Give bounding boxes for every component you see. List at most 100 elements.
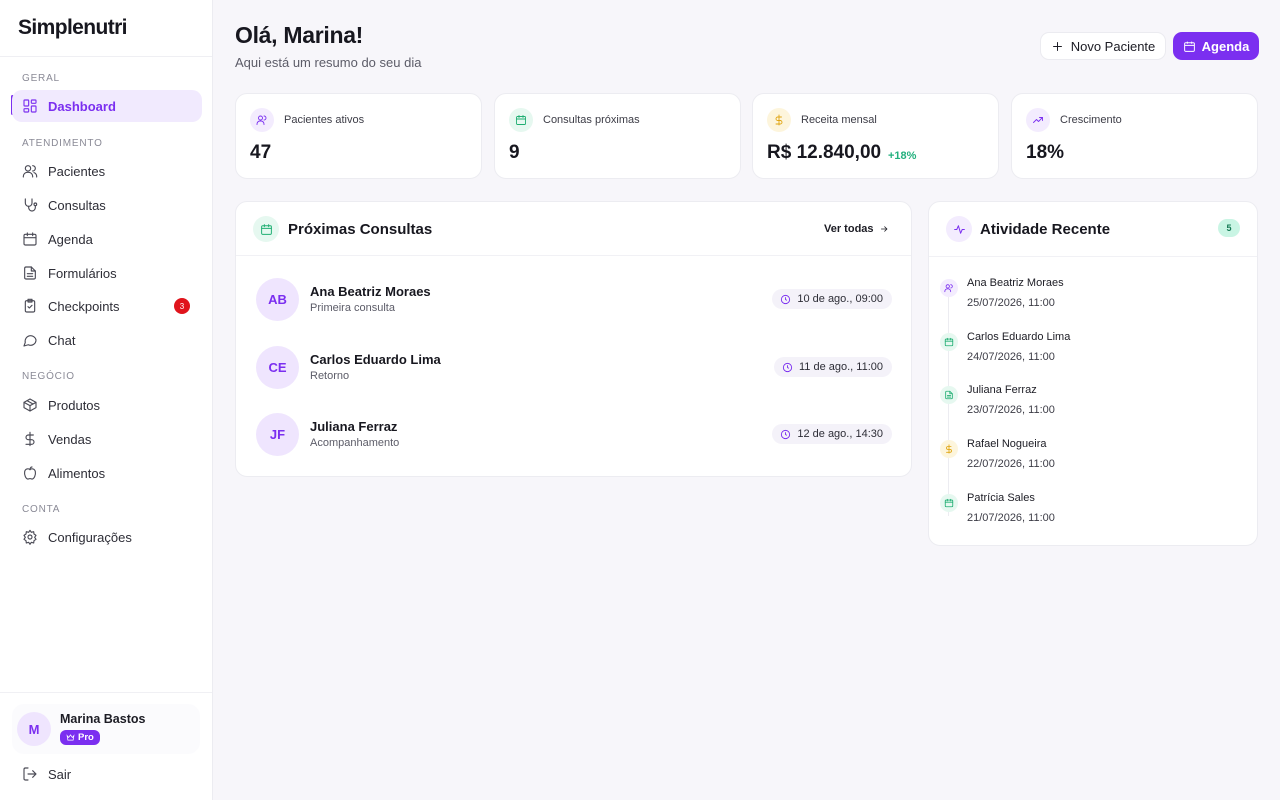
sidebar-item-vendas[interactable]: Vendas (12, 423, 202, 455)
calendar-icon (22, 231, 38, 247)
activity-date: 25/07/2026, 11:00 (967, 297, 1055, 309)
panel-title: Atividade Recente (980, 221, 1111, 238)
stat-label: Crescimento (1060, 114, 1122, 126)
avatar: AB (256, 278, 299, 321)
appointment-time-badge: 11 de ago., 11:00 (774, 357, 892, 377)
avatar: JF (256, 413, 299, 456)
appointment-row[interactable]: JF Juliana Ferraz Acompanhamento 12 de a… (256, 411, 892, 457)
clock-icon (781, 429, 791, 439)
patient-name: Carlos Eduardo Lima (310, 352, 441, 367)
panel-title: Próximas Consultas (288, 221, 433, 238)
user-name: Marina Bastos (60, 711, 146, 726)
arrow-right-icon (880, 226, 888, 232)
stat-value: 18% (1026, 142, 1065, 163)
calendar-icon (940, 494, 958, 512)
sidebar-item-label: Configurações (48, 529, 132, 545)
gear-icon (22, 529, 38, 545)
view-all-link[interactable]: Ver todas (824, 223, 889, 235)
activity-date: 22/07/2026, 11:00 (967, 458, 1055, 470)
sidebar-item-label: Chat (48, 332, 76, 348)
activity-item[interactable]: Patrícia Sales 21/07/2026, 11:00 (940, 492, 1240, 532)
sidebar-item-label: Consultas (48, 197, 106, 213)
section-label-negocio: NEGÓCIO (22, 371, 75, 382)
sidebar-item-label: Vendas (48, 431, 92, 447)
calendar-icon (1183, 41, 1195, 52)
appointment-row[interactable]: CE Carlos Eduardo Lima Retorno 11 de ago… (256, 344, 892, 390)
appointment-time-badge: 10 de ago., 09:00 (772, 289, 892, 309)
chat-bubble-icon (22, 332, 38, 348)
stat-card-consultas-proximas: Consultas próximas 9 (494, 93, 741, 179)
calendar-icon (509, 108, 533, 132)
sidebar-item-chat[interactable]: Chat (12, 324, 202, 356)
activity-item[interactable]: Ana Beatriz Moraes 25/07/2026, 11:00 (940, 277, 1240, 317)
users-icon (940, 279, 958, 297)
clipboard-check-icon (22, 298, 38, 314)
logout-icon (22, 766, 38, 782)
user-card[interactable]: M Marina Bastos Pro (12, 704, 200, 754)
section-label-atendimento: ATENDIMENTO (22, 138, 103, 149)
sidebar-item-consultas[interactable]: Consultas (12, 189, 202, 221)
logout-label: Sair (48, 766, 72, 782)
dollar-icon (940, 440, 958, 458)
activity-name: Juliana Ferraz (967, 384, 1037, 396)
sidebar-item-produtos[interactable]: Produtos (12, 389, 202, 421)
sidebar-item-label: Alimentos (48, 465, 106, 481)
sidebar-item-formularios[interactable]: Formulários (12, 257, 202, 289)
apple-icon (22, 465, 38, 481)
appointment-row[interactable]: AB Ana Beatriz Moraes Primeira consulta … (256, 276, 892, 322)
activity-date: 24/07/2026, 11:00 (967, 351, 1055, 363)
package-icon (22, 397, 38, 413)
sidebar-item-label: Dashboard (48, 98, 116, 114)
calendar-icon (940, 333, 958, 351)
recent-activity-panel: Atividade Recente 5 Ana Beatriz Moraes 2… (928, 201, 1258, 546)
sidebar-item-alimentos[interactable]: Alimentos (12, 457, 202, 489)
activity-name: Patrícia Sales (967, 492, 1035, 504)
sidebar-item-checkpoints[interactable]: Checkpoints 3 (12, 290, 202, 322)
panel-divider (236, 255, 911, 256)
page-subtitle: Aqui está um resumo do seu dia (235, 55, 422, 70)
stat-label: Pacientes ativos (284, 114, 365, 126)
brand-name: Simplenutri (18, 16, 128, 39)
plus-icon (1052, 41, 1062, 51)
appointment-type: Primeira consulta (310, 302, 395, 314)
panel-divider (929, 256, 1257, 257)
checkpoints-badge: 3 (174, 298, 190, 314)
appointment-type: Acompanhamento (310, 437, 400, 449)
stat-card-receita-mensal: Receita mensal R$ 12.840,00 +18% (752, 93, 999, 179)
activity-item[interactable]: Carlos Eduardo Lima 24/07/2026, 11:00 (940, 331, 1240, 371)
stat-card-crescimento: Crescimento 18% (1011, 93, 1258, 179)
upcoming-appointments-panel: Próximas Consultas Ver todas AB Ana Beat… (235, 201, 912, 477)
sidebar-item-label: Produtos (48, 397, 101, 413)
dashboard-icon (22, 98, 38, 114)
activity-item[interactable]: Juliana Ferraz 23/07/2026, 11:00 (940, 384, 1240, 424)
section-label-geral: GERAL (22, 73, 60, 84)
sidebar-item-agenda[interactable]: Agenda (12, 223, 202, 255)
activity-icon (946, 216, 972, 242)
users-icon (250, 108, 274, 132)
file-icon (940, 386, 958, 404)
logout-button[interactable]: Sair (12, 758, 202, 790)
stat-delta: +18% (888, 150, 917, 162)
sidebar-item-configuracoes[interactable]: Configurações (12, 521, 202, 553)
sidebar-item-label: Checkpoints (48, 298, 120, 314)
sidebar-item-dashboard[interactable]: Dashboard (12, 90, 202, 122)
brand-logo[interactable]: Simplenutri (0, 0, 212, 57)
clock-icon (782, 362, 793, 372)
sidebar: Simplenutri GERAL Dashboard ATENDIMENTO … (0, 0, 213, 800)
new-patient-button[interactable]: Novo Paciente (1040, 32, 1166, 60)
stat-value: 9 (509, 142, 520, 163)
file-icon (22, 265, 38, 281)
plan-label: Pro (78, 731, 94, 743)
stat-label: Consultas próximas (543, 114, 640, 126)
sidebar-item-label: Agenda (48, 231, 93, 247)
activity-name: Rafael Nogueira (967, 438, 1047, 450)
users-icon (22, 163, 38, 179)
activity-item[interactable]: Rafael Nogueira 22/07/2026, 11:00 (940, 438, 1240, 478)
calendar-icon (253, 216, 279, 242)
view-all-label: Ver todas (824, 223, 874, 235)
sidebar-item-pacientes[interactable]: Pacientes (12, 155, 202, 187)
avatar: M (17, 712, 51, 746)
appointment-time-badge: 12 de ago., 14:30 (772, 424, 892, 444)
agenda-button[interactable]: Agenda (1173, 32, 1259, 60)
crown-icon (66, 733, 75, 740)
